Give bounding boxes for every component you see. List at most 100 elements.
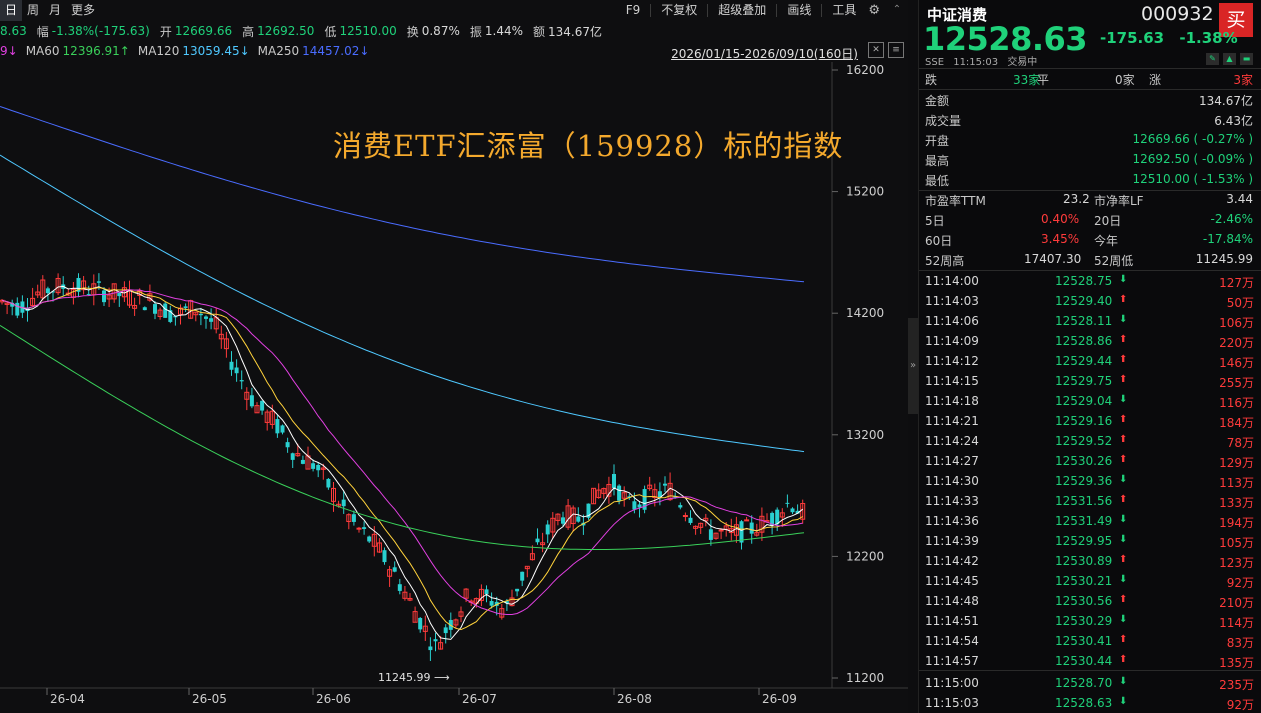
scroll-up-icon[interactable]: ⌃ — [890, 3, 904, 17]
toolbar-divider — [776, 4, 778, 17]
more-icon[interactable]: ▬ — [1240, 53, 1253, 65]
super-overlay-button[interactable]: 超级叠加 — [712, 0, 772, 21]
tick-time: 11:14:57 — [925, 654, 979, 668]
swing-label: 振 — [469, 24, 482, 39]
candle-body — [418, 617, 423, 630]
period-week-tab[interactable]: 周 — [22, 0, 44, 21]
kline-chart-pane[interactable]: 16200 15200 14200 13200 12200 11200 26-04 26-05… — [0, 0, 908, 713]
amp-label: 幅 — [36, 24, 49, 39]
tick-price: 12531.49 — [1055, 514, 1113, 528]
candle-body — [637, 504, 642, 508]
candle-body — [678, 505, 683, 508]
arrow-down-icon: ⬇ — [1119, 676, 1128, 687]
tick-row[interactable]: 11:14:48 12530.56 ⬆ 210万 — [919, 592, 1261, 612]
tick-time: 11:14:18 — [925, 394, 979, 408]
draw-line-button[interactable]: 画线 — [781, 0, 817, 21]
arrow-up-icon: ⬆ — [1119, 354, 1128, 365]
tick-row[interactable]: 11:14:45 12530.21 ⬇ 92万 — [919, 572, 1261, 592]
tick-row[interactable]: 11:14:06 12528.11 ⬇ 106万 — [919, 312, 1261, 332]
candle-body — [234, 367, 239, 374]
candle-body — [198, 313, 203, 316]
low-value: 12510.00 — [339, 24, 397, 38]
ma-partial-value: 9↓ — [0, 44, 18, 58]
no-adjust-button[interactable]: 不复权 — [655, 0, 703, 21]
tick-price: 12529.36 — [1055, 474, 1113, 488]
tick-row[interactable]: 11:14:24 12529.52 ⬆ 78万 — [919, 432, 1261, 452]
tick-volume: 220万 — [1219, 336, 1254, 350]
pin-icon[interactable]: ▲ — [1223, 53, 1236, 65]
tick-time: 11:14:12 — [925, 354, 979, 368]
settings-icon[interactable]: ≡ — [888, 42, 904, 58]
tick-volume: 194万 — [1219, 516, 1254, 530]
tick-time: 11:14:30 — [925, 474, 979, 488]
gear-icon[interactable]: ⚙ — [862, 0, 886, 21]
period-month-tab[interactable]: 月 — [44, 0, 66, 21]
stat-label: 开盘 — [925, 134, 950, 148]
tick-row[interactable]: 11:14:33 12531.56 ⬆ 133万 — [919, 492, 1261, 512]
rise-label: 涨 — [1149, 73, 1162, 87]
candle-body — [249, 395, 254, 407]
swing-value: 1.44% — [484, 24, 523, 38]
tick-time: 11:15:03 — [925, 696, 979, 710]
tick-row[interactable]: 11:14:21 12529.16 ⬆ 184万 — [919, 412, 1261, 432]
tick-row[interactable]: 11:14:39 12529.95 ⬇ 105万 — [919, 532, 1261, 552]
period-more-tab[interactable]: 更多 — [66, 0, 100, 21]
tick-row[interactable]: 11:14:12 12529.44 ⬆ 146万 — [919, 352, 1261, 372]
tick-row[interactable]: 11:14:03 12529.40 ⬆ 50万 — [919, 292, 1261, 312]
tick-row[interactable]: 11:15:03 12528.63 ⬇ 92万 — [919, 694, 1261, 713]
tick-time: 11:14:51 — [925, 614, 979, 628]
low-price-marker: 11245.99 ⟶ — [378, 671, 450, 684]
stat-value: 12692.50 ( -0.09% ) — [1132, 152, 1253, 166]
tick-price: 12528.75 — [1055, 274, 1113, 288]
price-change: -175.63 -1.38% — [1100, 29, 1248, 47]
stat-value: 12669.66 ( -0.27% ) — [1132, 132, 1253, 146]
tick-row[interactable]: 11:15:00 12528.70 ⬇ 235万 — [919, 674, 1261, 694]
arrow-up-icon: ⬆ — [1119, 334, 1128, 345]
tick-price: 12530.29 — [1055, 614, 1113, 628]
candle-body — [45, 288, 50, 294]
kline-chart[interactable]: 16200 15200 14200 13200 12200 11200 26-04 26-05… — [0, 0, 908, 713]
rise-count: 3家 — [1233, 73, 1253, 87]
tick-row[interactable]: 11:14:36 12531.49 ⬇ 194万 — [919, 512, 1261, 532]
tick-row[interactable]: 11:14:51 12530.29 ⬇ 114万 — [919, 612, 1261, 632]
toolbar-divider — [707, 4, 709, 17]
tick-time: 11:14:54 — [925, 634, 979, 648]
tick-time: 11:14:27 — [925, 454, 979, 468]
tick-row[interactable]: 11:14:15 12529.75 ⬆ 255万 — [919, 372, 1261, 392]
ma60-label: MA60 — [25, 44, 60, 58]
candle-body — [209, 318, 214, 322]
period-day-tab[interactable]: 日 — [0, 0, 23, 21]
tools-button[interactable]: 工具 — [826, 0, 862, 21]
tick-volume: 105万 — [1219, 536, 1254, 550]
tick-time: 11:14:33 — [925, 494, 979, 508]
date-range-label[interactable]: 2026/01/15-2026/09/10(160日) — [671, 45, 858, 62]
collapse-panel-icon[interactable]: » — [908, 318, 918, 414]
tick-row[interactable]: 11:14:57 12530.44 ⬆ 135万 — [919, 652, 1261, 672]
open-value: 12669.66 — [174, 24, 233, 38]
tick-row[interactable]: 11:14:09 12528.86 ⬆ 220万 — [919, 332, 1261, 352]
edit-icon[interactable]: ✎ — [1206, 53, 1219, 65]
stat-row: 金额 134.67亿 — [919, 90, 1261, 110]
tick-row[interactable]: 11:14:30 12529.36 ⬇ 113万 — [919, 472, 1261, 492]
stat-row: 最高 12692.50 ( -0.09% ) — [919, 150, 1261, 170]
candle-body — [545, 524, 550, 535]
tick-volume: 146万 — [1219, 356, 1254, 370]
close-icon[interactable]: ✕ — [868, 42, 884, 58]
tick-row[interactable]: 11:14:00 12528.75 ⬇ 127万 — [919, 272, 1261, 292]
valuation-row-pe: 市盈率TTM 23.2 市净率LF 3.44 — [919, 190, 1261, 210]
tick-row[interactable]: 11:14:54 12530.41 ⬆ 83万 — [919, 632, 1261, 652]
candle-body — [739, 521, 744, 543]
tick-time: 11:14:03 — [925, 294, 979, 308]
tick-row[interactable]: 11:14:18 12529.04 ⬇ 116万 — [919, 392, 1261, 412]
f9-button[interactable]: F9 — [620, 0, 647, 21]
tick-volume: 116万 — [1219, 396, 1254, 410]
arrow-up-icon: ⬆ — [1119, 294, 1128, 305]
candle-body — [285, 442, 290, 448]
tick-row[interactable]: 11:14:42 12530.89 ⬆ 123万 — [919, 552, 1261, 572]
d20-value: -2.46% — [1210, 212, 1253, 226]
tick-row[interactable]: 11:14:27 12530.26 ⬆ 129万 — [919, 452, 1261, 472]
ma10-line — [1, 286, 803, 631]
tick-price: 12530.89 — [1055, 554, 1113, 568]
tick-time: 11:14:24 — [925, 434, 979, 448]
tick-price: 12529.95 — [1055, 534, 1113, 548]
